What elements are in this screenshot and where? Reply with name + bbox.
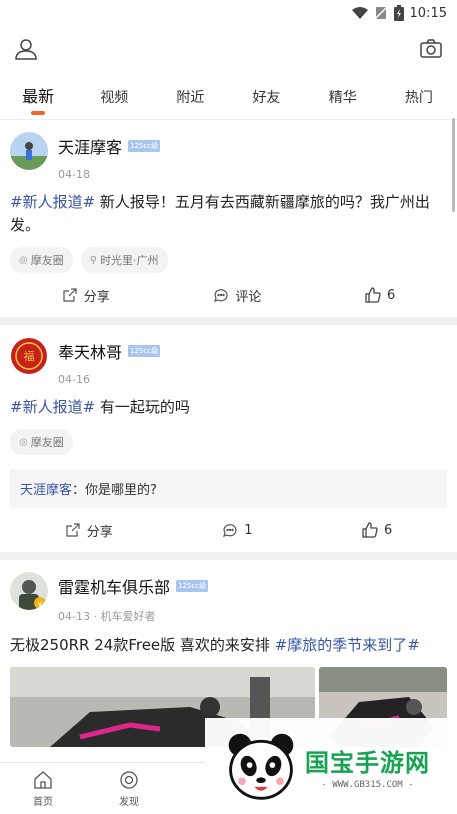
comment-button[interactable]: 评论 [213,286,261,305]
nav-discover[interactable]: 发现 [86,770,172,808]
level-badge: 125cc级 [128,140,161,152]
share-button[interactable]: 分享 [65,521,113,540]
comment-icon [223,524,237,537]
username[interactable]: 天涯摩客 [58,134,122,158]
post-card[interactable]: 天涯摩客 125cc级 04-18 #新人报道# 新人报导！五月有去西藏新疆摩旅… [0,120,457,317]
share-icon [63,288,77,302]
tab-nearby[interactable]: 附近 [152,87,228,119]
post-date: 04-16 [58,373,90,386]
post-text[interactable]: #新人报道# 有一起玩的吗 [10,396,447,419]
circle-icon: ◎ [19,436,28,448]
profile-icon[interactable] [14,37,38,61]
level-badge: 125cc级 [176,580,209,592]
tab-friends[interactable]: 好友 [229,87,305,119]
status-bar: 10:15 [0,0,457,26]
svg-text:福: 福 [24,349,35,363]
wifi-icon [351,7,368,19]
watermark-url: - WWW.GB315.COM - [321,779,414,790]
tab-video[interactable]: 视频 [76,87,152,119]
comment-author[interactable]: 天涯摩客 [20,483,72,498]
panda-logo-icon [228,733,294,800]
share-button[interactable]: 分享 [62,286,110,305]
thumbs-up-icon [362,522,378,538]
camera-icon[interactable] [419,37,443,61]
thumbs-up-icon [365,287,381,303]
comment-icon [214,289,228,302]
avatar[interactable] [10,132,48,170]
watermark-title: 国宝手游网 [305,748,430,777]
share-icon [66,523,80,537]
location-chip[interactable]: ⚲ 时光里·广州 [80,247,168,273]
home-icon [34,770,52,789]
circle-icon: ◎ [19,254,28,266]
avatar[interactable]: 福 [10,337,48,375]
hashtag[interactable]: #摩旅的季节来到了# [275,636,420,654]
post-date: 04-13 · 机车爱好者 [58,610,156,623]
avatar[interactable]: v [10,572,48,610]
nav-home[interactable]: 首页 [0,770,86,808]
like-button[interactable]: 6 [362,522,392,538]
post-card[interactable]: 福 奉天林哥 125cc级 04-16 #新人报道# 有一起玩的吗 ◎ 摩友圈 天… [0,325,457,552]
post-text[interactable]: #新人报道# 新人报导！五月有去西藏新疆摩旅的吗？我广州出发。 [10,191,447,237]
tab-featured[interactable]: 精华 [305,87,381,119]
no-sim-icon [374,6,388,20]
clock: 10:15 [409,5,447,21]
circle-chip[interactable]: ◎ 摩友圈 [10,429,73,455]
comment-button[interactable]: 1 [222,522,253,538]
post-text[interactable]: 无极250RR 24款Free版 喜欢的来安排 #摩旅的季节来到了# [10,634,447,657]
tab-latest[interactable]: 最新 [0,83,76,119]
circle-chip[interactable]: ◎ 摩友圈 [10,247,73,273]
hashtag[interactable]: #新人报道# [10,193,95,211]
comment-preview[interactable]: 天涯摩客：你是哪里的? [10,469,447,508]
category-tabs: 最新 视频 附近 好友 精华 热门 [0,72,457,120]
tab-hot[interactable]: 热门 [381,87,457,119]
username[interactable]: 奉天林哥 [58,339,122,363]
username[interactable]: 雷霆机车俱乐部 [58,574,170,598]
discover-icon [120,770,138,789]
comment-text: ：你是哪里的? [72,483,157,498]
svg-text:v: v [38,599,43,608]
divider [0,552,457,560]
divider [0,317,457,325]
watermark: 国宝手游网 - WWW.GB315.COM - [205,718,457,814]
battery-icon [393,5,404,21]
like-button[interactable]: 6 [365,287,395,303]
post-date: 04-18 [58,168,90,181]
level-badge: 125cc级 [128,345,161,357]
hashtag[interactable]: #新人报道# [10,398,95,416]
top-bar [0,26,457,72]
location-pin-icon: ⚲ [89,254,98,266]
